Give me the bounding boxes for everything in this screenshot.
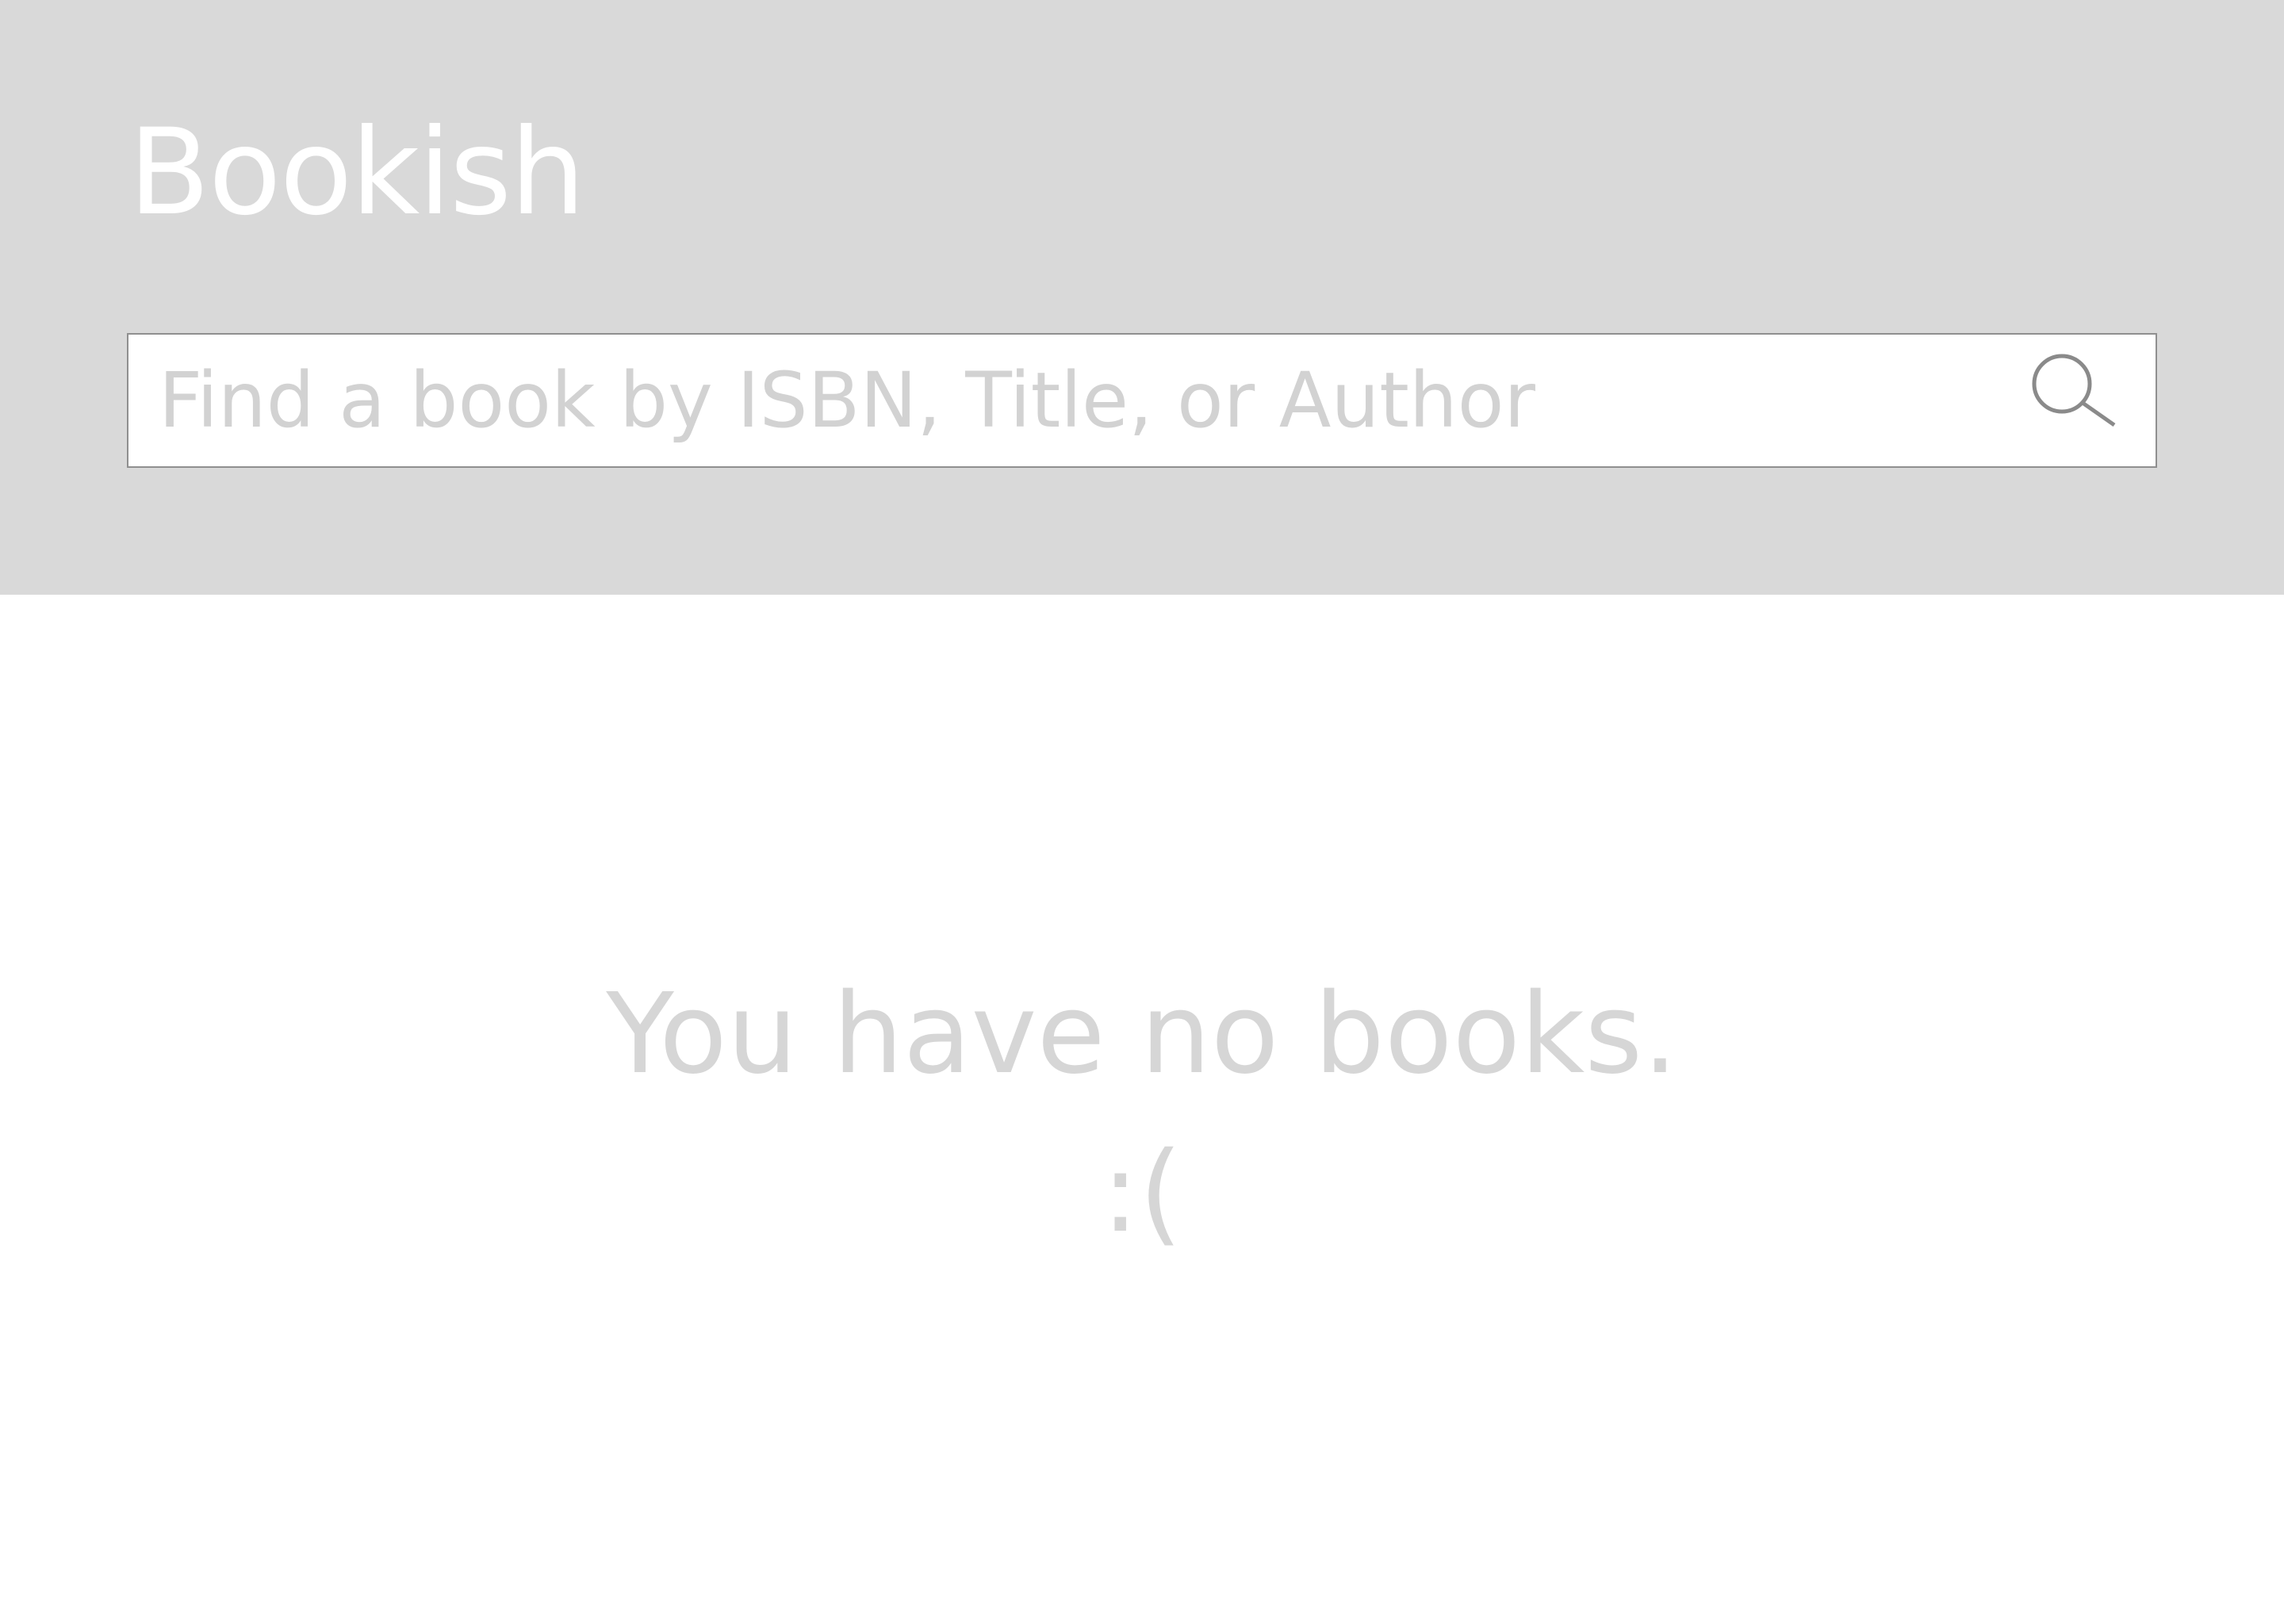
sad-face-emoticon: :( [1102,1128,1182,1258]
search-button[interactable] [2029,352,2127,450]
search-input[interactable] [159,335,2046,466]
app-header: Bookish [0,0,2284,595]
search-bar [127,333,2157,468]
empty-state: You have no books. :( [0,952,2284,1269]
search-icon [2032,354,2116,427]
app-title: Bookish [128,104,585,242]
empty-message: You have no books. [606,970,1678,1099]
